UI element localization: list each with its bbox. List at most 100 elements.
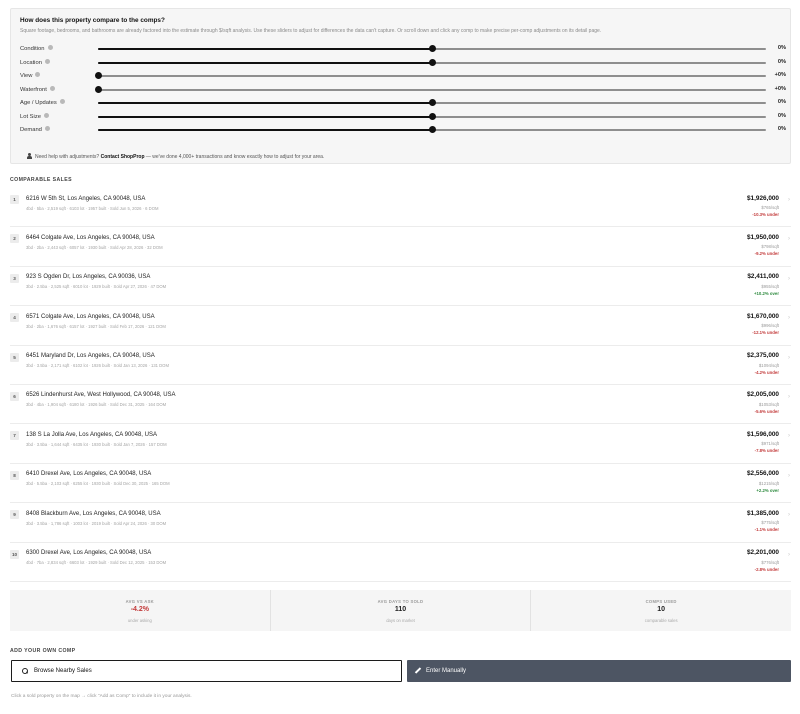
comp-row[interactable]: 7 138 S La Jolla Ave, Los Angeles, CA 900… [10,424,791,464]
slider-track[interactable] [94,72,766,79]
adjustments-description: Square footage, bedrooms, and bathrooms … [20,28,602,34]
chevron-right-icon[interactable]: › [788,276,790,282]
stat-value: 10 [657,606,666,613]
chevron-right-icon[interactable]: › [788,236,790,242]
chevron-right-icon[interactable]: › [788,512,790,518]
person-icon [26,153,32,159]
slider-track[interactable] [98,99,766,106]
slider-row: Location 0% [20,57,786,69]
slider-thumb[interactable] [94,72,102,79]
slider-value: +0% [774,72,786,78]
comp-details: 3bd · 2ba · 1,676 sqft · 6157 lot · 1927… [26,323,166,329]
slider-value: 0% [777,58,786,65]
contact-link[interactable]: Contact ShopProp [101,154,145,160]
comp-row[interactable]: 3 923 S Ogden Dr, Los Angeles, CA 90036, … [10,267,791,307]
slider-label: Age / Updates [20,99,65,106]
stat-label: AVG DAYS TO SOLD [377,599,424,604]
comp-address: 6526 Lindenhurst Ave, West Hollywood, CA… [26,392,176,399]
slider-row: Condition 0% [20,43,786,55]
slider-row: Demand 0% [20,124,786,136]
slider-track[interactable] [94,85,766,93]
slider-row: Lot Size 0% [20,111,786,123]
help-text: Need help with adjustments? Contact Shop… [26,153,324,160]
comp-address: 6410 Drexel Ave, Los Angeles, CA 90048, … [26,471,152,478]
info-icon[interactable] [43,112,49,118]
comp-row[interactable]: 10 6300 Drexel Ave, Los Angeles, CA 90048… [10,543,791,582]
comp-number: 4 [10,313,19,323]
search-icon [22,668,28,674]
slider-row: Age / Updates 0% [20,97,786,109]
comp-number: 7 [10,431,19,441]
comp-row[interactable]: 4 6571 Colgate Ave, Los Angeles, CA 90048… [10,306,791,346]
chevron-right-icon[interactable]: › [788,355,790,361]
slider-value: 0% [777,45,786,51]
chevron-right-icon[interactable]: › [788,394,790,400]
comp-details: 4bd · 7ba · 2,834 sqft · 6603 lot · 1929… [26,560,167,566]
comp-row[interactable]: 8 6410 Drexel Ave, Los Angeles, CA 90048,… [10,464,791,504]
slider-thumb[interactable] [428,126,436,133]
comp-diff: +2.2% over [756,487,779,493]
info-icon[interactable] [44,126,50,131]
slider-label: View [20,72,41,79]
slider-row: Waterfront +0% [20,84,786,96]
chevron-right-icon[interactable]: › [788,473,790,479]
stat-label: AVG VS ASK [125,599,155,604]
chevron-right-icon[interactable]: › [788,552,790,558]
slider-row: View +0% [20,70,786,82]
chevron-right-icon[interactable]: › [788,197,790,203]
comp-address: 6464 Colgate Ave, Los Angeles, CA 90048,… [26,234,155,241]
comp-price-per-sqft: $1053/sqft [758,401,779,407]
info-icon[interactable] [59,99,65,104]
chevron-right-icon[interactable]: › [788,433,790,439]
comp-price: $1,670,000 [747,312,779,320]
add-comp-heading: ADD YOUR OWN COMP [10,648,76,654]
comp-diff: -10.3% under [752,212,779,217]
slider-fill [98,129,432,131]
comp-diff: +10.2% over [754,290,779,296]
comp-row[interactable]: 6 6526 Lindenhurst Ave, West Hollywood, C… [10,385,791,425]
browse-nearby-sales-button[interactable]: Browse Nearby Sales [11,660,402,682]
slider-thumb[interactable] [428,112,436,120]
comp-address: 6451 Maryland Dr, Los Angeles, CA 90048,… [26,353,155,360]
info-icon[interactable] [47,45,53,50]
slider-thumb[interactable] [428,45,436,52]
stat-cell: COMPS USED 10 comparable sales [531,590,791,631]
info-icon[interactable] [49,85,55,91]
comp-number: 6 [10,391,19,401]
comp-price-per-sqft: $776/sqft [761,559,779,565]
slider-fill [98,61,432,64]
comp-details: 3bd · 2.5ba · 2,525 sqft · 6010 lot · 19… [26,284,167,290]
comp-row[interactable]: 1 6216 W 5th St, Los Angeles, CA 90048, U… [10,188,791,228]
comp-number: 10 [10,549,19,559]
stat-cell: AVG DAYS TO SOLD 110 days on market [271,590,532,631]
comp-row[interactable]: 5 6451 Maryland Dr, Los Angeles, CA 90048… [10,346,791,385]
slider-track[interactable] [98,126,766,133]
comp-diff: -9.2% under [754,251,779,257]
comp-number: 5 [10,352,19,362]
stat-label: COMPS USED [645,599,677,604]
comp-address: 8408 Blackburn Ave, Los Angeles, CA 9004… [26,510,161,517]
info-icon[interactable] [44,58,50,64]
comp-price: $1,385,000 [747,509,779,517]
comp-price: $2,201,000 [747,549,779,557]
slider-track[interactable] [98,45,766,52]
chevron-right-icon[interactable]: › [788,315,790,321]
comp-row[interactable]: 9 8408 Blackburn Ave, Los Angeles, CA 900… [10,503,791,543]
comp-number: 1 [10,195,19,204]
enter-manually-button[interactable]: Enter Manually [407,660,791,682]
comp-price-per-sqft: $765/sqft [761,205,779,210]
comp-details: 3bd · 2ba · 2,443 sqft · 6057 lot · 1930… [26,244,163,250]
slider-value: 0% [777,99,786,105]
comp-row[interactable]: 2 6464 Colgate Ave, Los Angeles, CA 90048… [10,227,791,267]
comp-price: $2,375,000 [747,352,779,360]
info-icon[interactable] [35,72,41,77]
comp-details: 3bd · 3.5ba · 1,786 sqft · 1003 lot · 20… [26,520,167,526]
slider-thumb[interactable] [94,85,102,93]
slider-label: Condition [20,45,53,52]
slider-label: Lot Size [20,112,49,120]
slider-track[interactable] [98,112,766,120]
pencil-icon [414,668,421,675]
slider-track[interactable] [98,58,766,66]
slider-thumb[interactable] [428,58,436,66]
slider-thumb[interactable] [428,99,436,106]
